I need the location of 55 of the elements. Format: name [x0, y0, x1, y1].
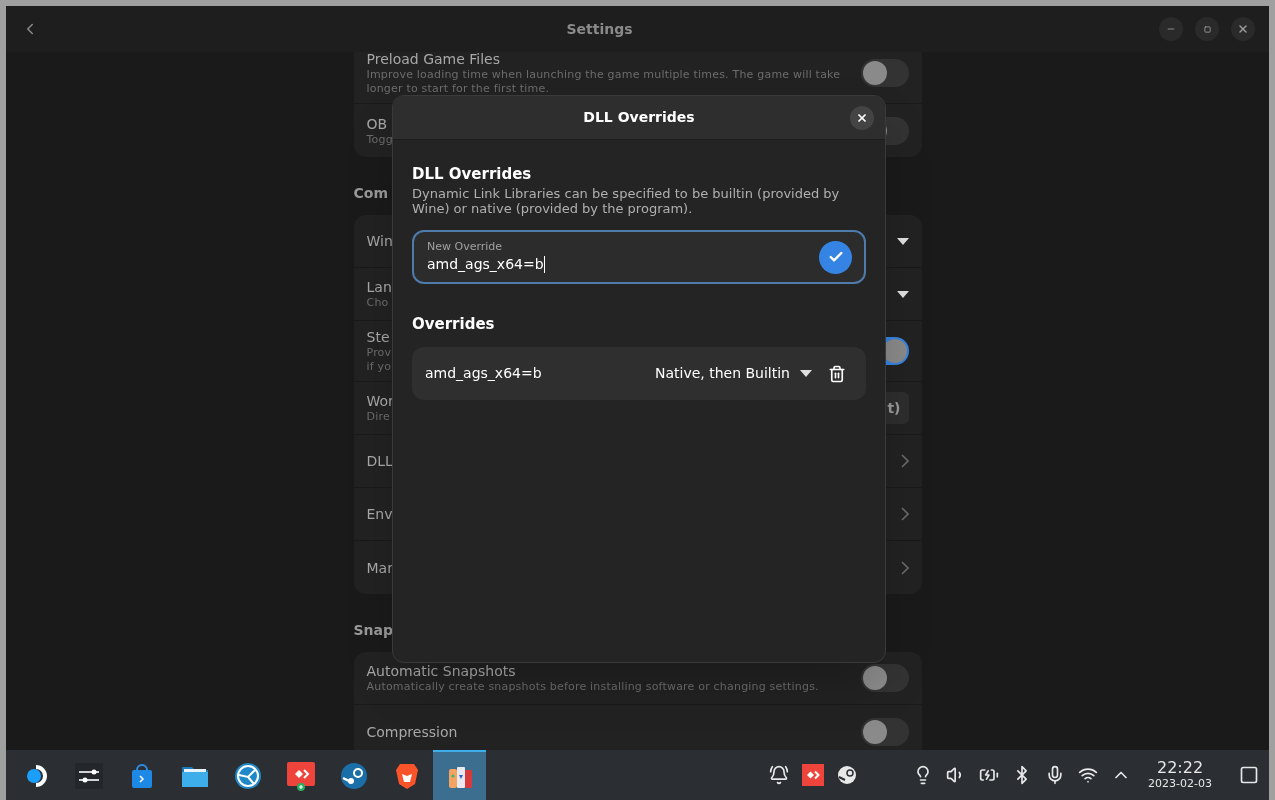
new-override-field[interactable]: New Override amd_ags_x64=b: [412, 230, 866, 284]
row-title: Ste: [366, 328, 391, 346]
show-desktop-icon[interactable]: [1239, 765, 1259, 785]
row-title: DLL: [366, 452, 393, 470]
overrides-heading: Overrides: [412, 314, 496, 334]
dialog-description: Dynamic Link Libraries can be specified to be builtin (provided by Wine) or native (provided by the program).: [412, 186, 841, 216]
clock-date: 2023-02-03: [1148, 777, 1212, 791]
row-title: Automatic Snapshots: [366, 662, 517, 680]
row-subtitle: Improve loading time when launching the game multiple times. The game will take longer to start for the first time.: [366, 68, 841, 96]
clock-time: 22:22: [1156, 759, 1204, 777]
dialog-title: DLL Overrides: [583, 108, 695, 127]
override-name: amd_ags_x64=b: [425, 364, 543, 383]
wifi-icon[interactable]: [1078, 765, 1099, 785]
dropdown-caret-icon: [896, 237, 909, 245]
steam-icon: [338, 761, 369, 791]
text-cursor: [543, 255, 545, 273]
close-icon: [1237, 23, 1249, 35]
dropdown-caret-icon: [896, 290, 909, 298]
close-icon: [856, 111, 868, 124]
globe-network-icon: [232, 761, 263, 791]
caret-icon: [800, 370, 812, 377]
row-subtitle: Togg: [366, 132, 393, 147]
maximize-button[interactable]: [1195, 17, 1219, 41]
toggle-switch[interactable]: [860, 664, 909, 692]
row-subtitle: Prov if yo: [366, 346, 392, 374]
toggle-switch[interactable]: [860, 59, 909, 87]
sliders-icon: [73, 761, 104, 791]
row-title: Mar: [366, 558, 393, 577]
section-heading: Com: [353, 184, 388, 203]
row-title: Compression: [366, 722, 458, 741]
row-title: Preload Game Files: [366, 52, 501, 68]
delete-button[interactable]: [828, 364, 846, 383]
toggle-switch[interactable]: [860, 717, 909, 746]
close-button[interactable]: [1231, 17, 1255, 41]
row-title: Env: [366, 505, 393, 523]
bell-icon[interactable]: [769, 765, 790, 785]
row-subtitle: Cho: [366, 296, 390, 310]
chevron-right-icon: [900, 454, 909, 468]
window-title: Settings: [565, 19, 634, 39]
chevron-right-icon: [900, 560, 909, 575]
diamond-arrow-icon: [285, 761, 316, 791]
section-heading: Snap: [353, 621, 394, 640]
row-subtitle: Dire: [366, 410, 391, 424]
close-button[interactable]: [850, 105, 874, 130]
row-subtitle: Automatically create snapshots before installing software or changing settings.: [366, 680, 819, 694]
steam-tray-icon[interactable]: [837, 765, 858, 785]
confirm-button[interactable]: [819, 240, 852, 274]
row-title: Wor: [366, 392, 394, 410]
chevron-right-icon: [900, 507, 909, 521]
row-title: OB: [366, 114, 389, 133]
dialog-heading: DLL Overrides: [412, 164, 533, 184]
row-title: Win: [366, 232, 393, 250]
row-title: Lan: [366, 278, 392, 296]
mode-dropdown[interactable]: Native, then Builtin: [654, 363, 812, 384]
maximize-icon: [1203, 25, 1211, 33]
